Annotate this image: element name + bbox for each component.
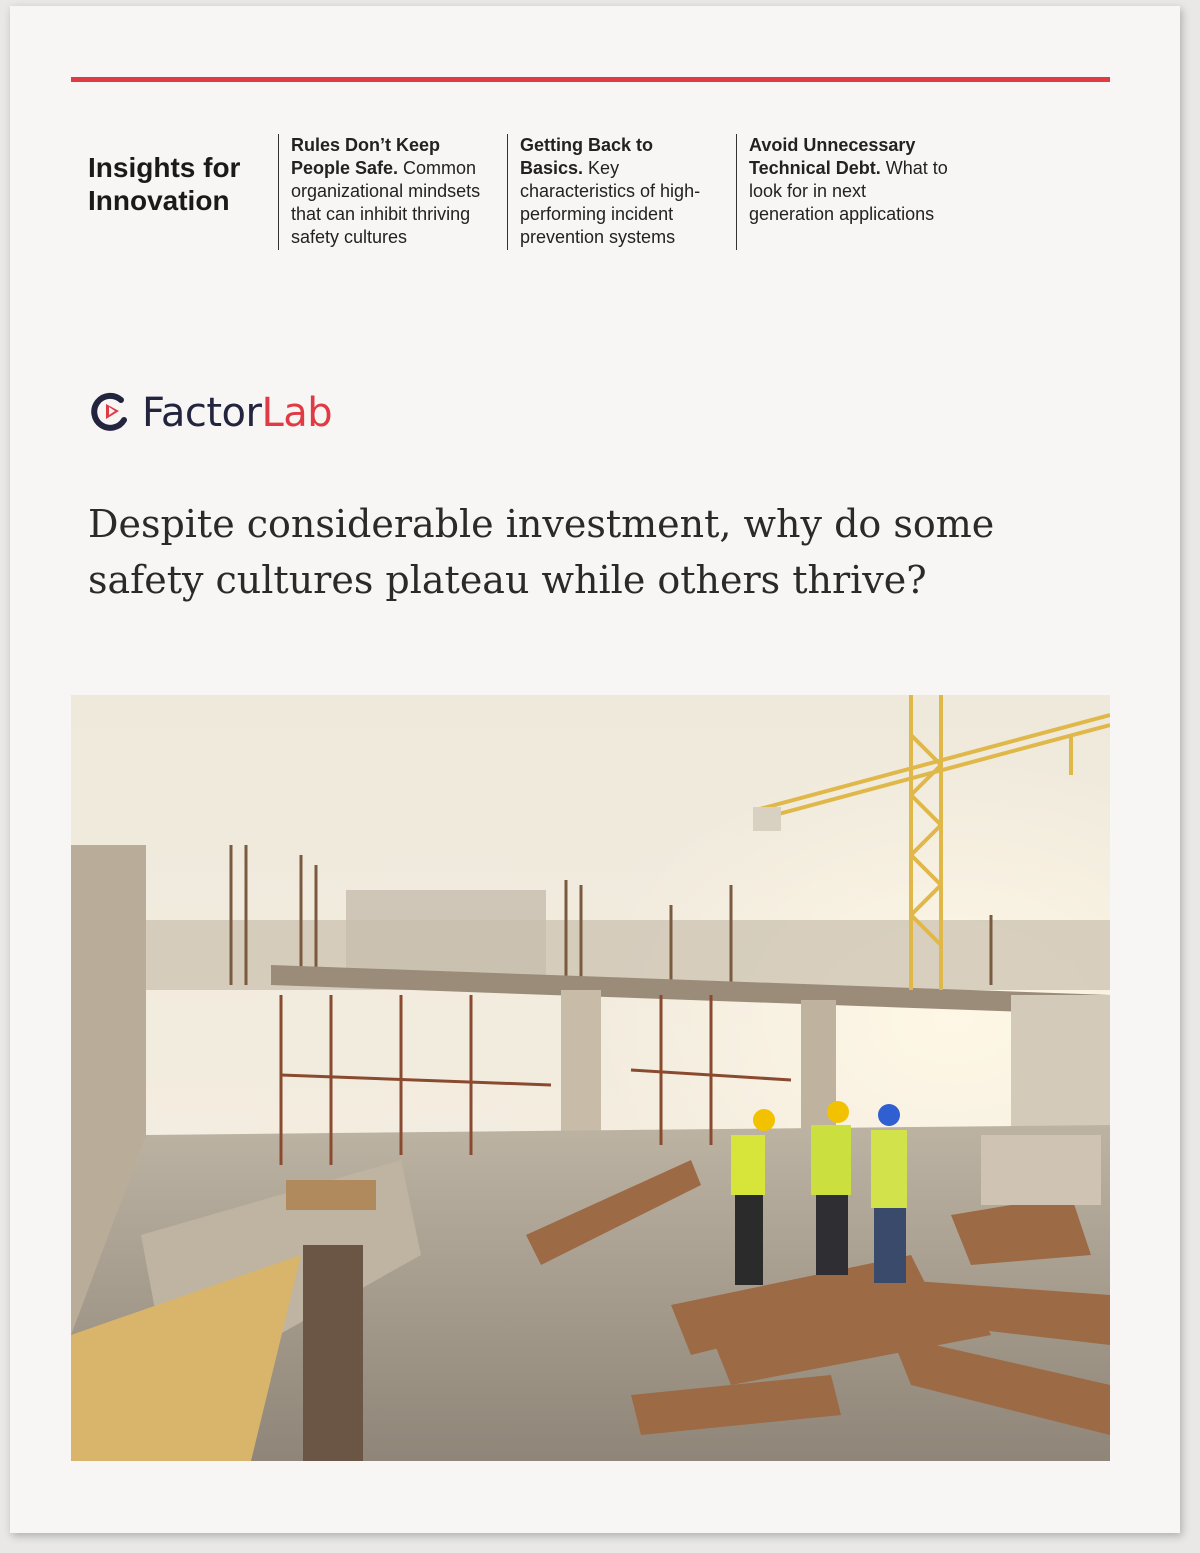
construction-site-photo	[71, 695, 1110, 1461]
top-accent-rule	[71, 77, 1110, 82]
teaser-column-1: Rules Don’t Keep People Safe. Common org…	[278, 134, 491, 250]
headline: Despite considerable investment, why do …	[88, 502, 995, 602]
factorlab-logo-icon	[91, 392, 127, 431]
brand-name-factor: Factor	[142, 390, 262, 436]
series-title: Insights for Innovation	[88, 152, 241, 216]
teaser-column-3: Avoid Unnecessary Technical Debt. What t…	[736, 134, 949, 250]
brand-name: FactorLab	[142, 390, 333, 436]
factorlab-logo: FactorLab	[88, 390, 333, 436]
teaser-column-2: Getting Back to Basics. Key characterist…	[507, 134, 720, 250]
brand-name-lab: Lab	[261, 390, 333, 436]
document-page: Insights for Innovation Rules Don’t Keep…	[10, 6, 1180, 1533]
